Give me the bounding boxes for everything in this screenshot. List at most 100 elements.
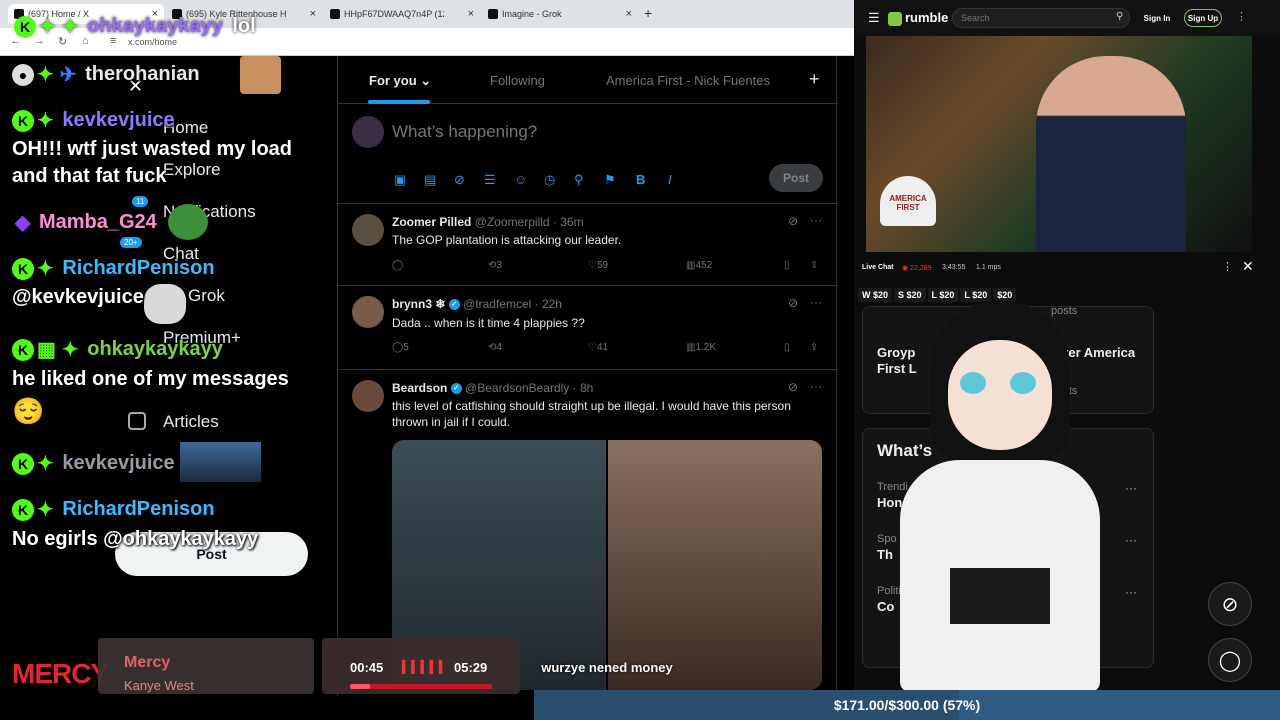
post-image[interactable] [608,440,822,690]
nav-explore[interactable]: Explore [163,160,221,180]
tab-america-first[interactable]: America First - Nick Fuentes [606,73,770,88]
trend-item[interactable]: Co [877,599,894,614]
close-icon[interactable]: ✕ [1242,258,1254,275]
pepe-emote-image [168,204,208,240]
chat-emote-image [240,56,281,94]
timeline: For you ⌄ Following America First - Nick… [337,56,838,696]
compose-input[interactable] [392,122,792,142]
bold-icon[interactable]: B [636,172,645,187]
kick-badge-icon: K [12,452,34,475]
chat-icon[interactable]: ◯ [1208,638,1252,682]
emoji-icon[interactable]: ☺ [514,172,527,187]
album-art: MERCY [12,658,109,689]
reply-icon[interactable]: ◯ [392,260,403,271]
grok-icon[interactable]: ⊘ [788,380,798,394]
chevron-down-icon: ⌄ [420,73,432,88]
post[interactable]: brynn3 ❄ ✓ @tradfemcel · 22h ⊘ ··· Dada … [338,286,838,370]
add-tab-icon[interactable]: + [809,69,820,90]
schedule-icon[interactable]: ◷ [544,172,555,188]
tab-grok[interactable]: Imagine - Grok × [482,4,638,24]
song-progress-fill [350,684,370,689]
chat-line: ● ✦ ✈ therohanian [12,62,200,87]
bookmark-icon[interactable]: ▯ [784,342,790,353]
tab-following[interactable]: Following [490,73,545,88]
rumble-logo[interactable]: rumble [888,10,948,26]
chat-message: and that fat fuck [12,165,167,187]
chat-badge: 20+ [120,237,142,248]
avatar[interactable] [352,296,384,328]
image-icon[interactable]: ▣ [394,172,406,188]
relieved-emoji: 😌 [12,396,45,426]
tab-for-you[interactable]: For you ⌄ [369,73,431,89]
rumble-search-input[interactable] [952,8,1130,28]
nav-articles[interactable]: Articles [163,412,219,432]
cat-emote-image [144,284,186,324]
avatar-eye [960,372,986,394]
overlay-title: K ✦ ✦ ohkaykaykayy lol [14,14,256,39]
hat-image: AMERICA FIRST [880,176,936,226]
timeline-tabs: For you ⌄ Following America First - Nick… [338,56,838,104]
chat-message: OH!!! wtf just wasted my load [12,138,293,160]
grok-icon[interactable]: ⊘ [1208,582,1252,626]
close-icon[interactable]: × [626,8,632,20]
streamer-video [1036,56,1186,252]
video-player[interactable]: AMERICA FIRST [866,36,1252,252]
post[interactable]: Zoomer Pilled @Zoomerpilld · 36m ⊘ ··· T… [338,204,838,286]
chat-line: K ✦ RichardPenison [12,497,215,522]
retweet-icon[interactable]: ⟲ 3 [488,260,502,271]
more-icon[interactable]: ··· [1125,585,1137,599]
more-icon[interactable]: ··· [810,295,822,309]
new-tab-button[interactable]: + [644,5,652,21]
views-icon[interactable]: ▥ 452 [686,260,712,271]
chat-line: K ✦ kevkevjuice [12,108,175,133]
italic-icon[interactable]: I [668,172,672,187]
chat-message: @kevkevjuice [12,286,144,308]
grok-icon[interactable]: ⊘ [788,296,798,310]
share-icon[interactable]: ⇪ [810,260,818,271]
retweet-icon[interactable]: ⟲ 4 [488,342,502,353]
compose-post-button[interactable]: Post [769,164,823,192]
close-icon[interactable]: × [468,8,474,20]
avatar [352,116,384,148]
grok-icon[interactable]: ⊘ [454,172,465,188]
gif-icon[interactable]: ▤ [424,172,436,188]
bookmark-icon[interactable]: ▯ [784,260,790,271]
poll-icon[interactable]: ☰ [484,172,496,188]
share-icon[interactable]: ⇪ [810,342,818,353]
grok-icon[interactable]: ⊘ [788,214,798,228]
more-icon[interactable]: ⋮ [1236,10,1247,23]
sign-up-button[interactable]: Sign Up [1184,9,1222,27]
more-icon[interactable]: ··· [1125,533,1137,547]
more-icon[interactable]: ··· [1125,481,1137,495]
song-total: 05:29 [454,660,488,675]
chat-message: he liked one of my messages [12,368,289,390]
reply-icon[interactable]: ◯ 5 [392,342,409,353]
views-icon[interactable]: ▥ 1.2K [686,342,716,353]
kick-badge-icon: K [12,257,34,280]
avatar[interactable] [352,380,384,412]
more-icon[interactable]: ··· [810,379,822,393]
search-icon[interactable]: ⚲ [1116,11,1123,22]
chat-message: No egirls @ohkaykaykayy [12,528,259,550]
avatar[interactable] [352,214,384,246]
like-icon[interactable]: ♡ 59 [588,260,608,271]
tab-image[interactable]: HHpF67DWAAQ7n4P (1206×1× [324,4,480,24]
more-icon[interactable]: ⋮ [1222,260,1233,273]
more-icon[interactable]: ··· [810,213,822,227]
menu-icon[interactable]: ☰ [868,10,880,26]
trend-item[interactable]: Th [877,547,893,562]
trend-item[interactable]: Hon [877,495,902,510]
rumble-logo-icon [888,11,902,26]
location-icon[interactable]: ⚲ [574,172,584,188]
gift-diamond-icon: ✦ [39,16,56,38]
song-elapsed: 00:45 [350,660,384,675]
flag-icon[interactable]: ⚑ [604,172,616,188]
compose-box [338,104,838,204]
vtuber-avatar [900,300,1100,692]
chat-emote-image [180,442,261,482]
like-icon[interactable]: ♡ 41 [588,342,608,353]
nav-grok[interactable]: Grok [188,286,225,306]
close-icon[interactable]: × [310,8,316,20]
articles-icon [128,412,146,430]
sign-in-button[interactable]: Sign In [1140,9,1174,27]
